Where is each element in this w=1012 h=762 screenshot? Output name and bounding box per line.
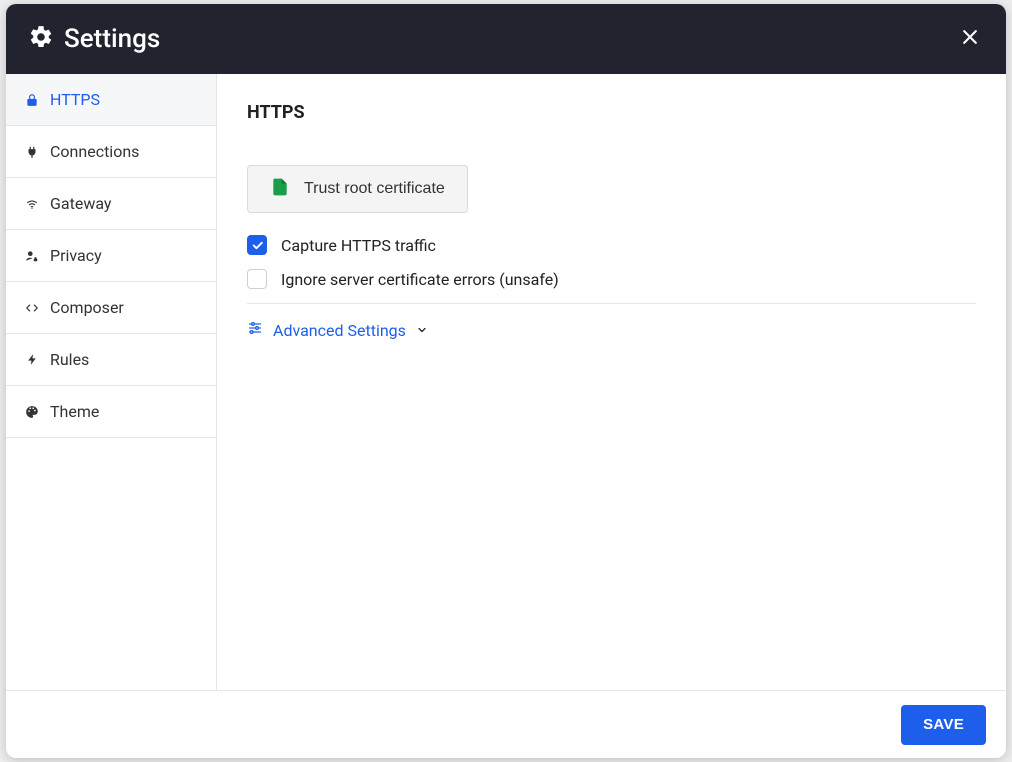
advanced-settings-toggle[interactable]: Advanced Settings: [247, 320, 428, 340]
sidebar-item-label: Rules: [50, 350, 89, 369]
checkbox-unchecked: [247, 269, 267, 289]
close-icon: [960, 27, 980, 51]
ignore-cert-errors-label: Ignore server certificate errors (unsafe…: [281, 270, 559, 289]
plug-icon: [24, 144, 40, 160]
divider: [247, 303, 976, 304]
main-panel: HTTPS Trust root certificate Capture HTT…: [217, 74, 1006, 690]
certificate-icon: [270, 177, 290, 202]
lock-icon: [24, 92, 40, 108]
sidebar-item-https[interactable]: HTTPS: [6, 74, 216, 126]
modal-title: Settings: [64, 24, 160, 54]
user-lock-icon: [24, 248, 40, 264]
close-button[interactable]: [956, 25, 984, 53]
sidebar-item-label: Connections: [50, 142, 139, 161]
sidebar-item-label: Theme: [50, 402, 99, 421]
bolt-icon: [24, 352, 40, 368]
sidebar-item-composer[interactable]: Composer: [6, 282, 216, 334]
sidebar-item-label: HTTPS: [50, 90, 100, 109]
advanced-settings-label: Advanced Settings: [273, 321, 406, 340]
sidebar-item-label: Privacy: [50, 246, 102, 265]
sidebar-item-connections[interactable]: Connections: [6, 126, 216, 178]
save-button[interactable]: SAVE: [901, 705, 986, 745]
trust-root-certificate-button[interactable]: Trust root certificate: [247, 165, 468, 213]
settings-modal: Settings HTTPS Connections: [6, 4, 1006, 758]
sidebar-item-label: Composer: [50, 298, 124, 317]
modal-footer: SAVE: [6, 690, 1006, 758]
wifi-icon: [24, 196, 40, 212]
palette-icon: [24, 404, 40, 420]
page-title: HTTPS: [247, 102, 976, 123]
ignore-cert-errors-checkbox-row[interactable]: Ignore server certificate errors (unsafe…: [247, 269, 976, 289]
checkbox-checked: [247, 235, 267, 255]
chevron-down-icon: [416, 321, 428, 340]
gear-icon: [28, 24, 54, 54]
capture-https-checkbox-row[interactable]: Capture HTTPS traffic: [247, 235, 976, 255]
code-icon: [24, 300, 40, 316]
capture-https-label: Capture HTTPS traffic: [281, 236, 436, 255]
sidebar-item-label: Gateway: [50, 194, 112, 213]
sidebar-item-privacy[interactable]: Privacy: [6, 230, 216, 282]
sliders-icon: [247, 320, 263, 340]
sidebar: HTTPS Connections Gateway Privacy: [6, 74, 217, 690]
sidebar-item-rules[interactable]: Rules: [6, 334, 216, 386]
trust-button-label: Trust root certificate: [304, 180, 445, 198]
sidebar-item-gateway[interactable]: Gateway: [6, 178, 216, 230]
sidebar-item-theme[interactable]: Theme: [6, 386, 216, 438]
modal-header: Settings: [6, 4, 1006, 74]
